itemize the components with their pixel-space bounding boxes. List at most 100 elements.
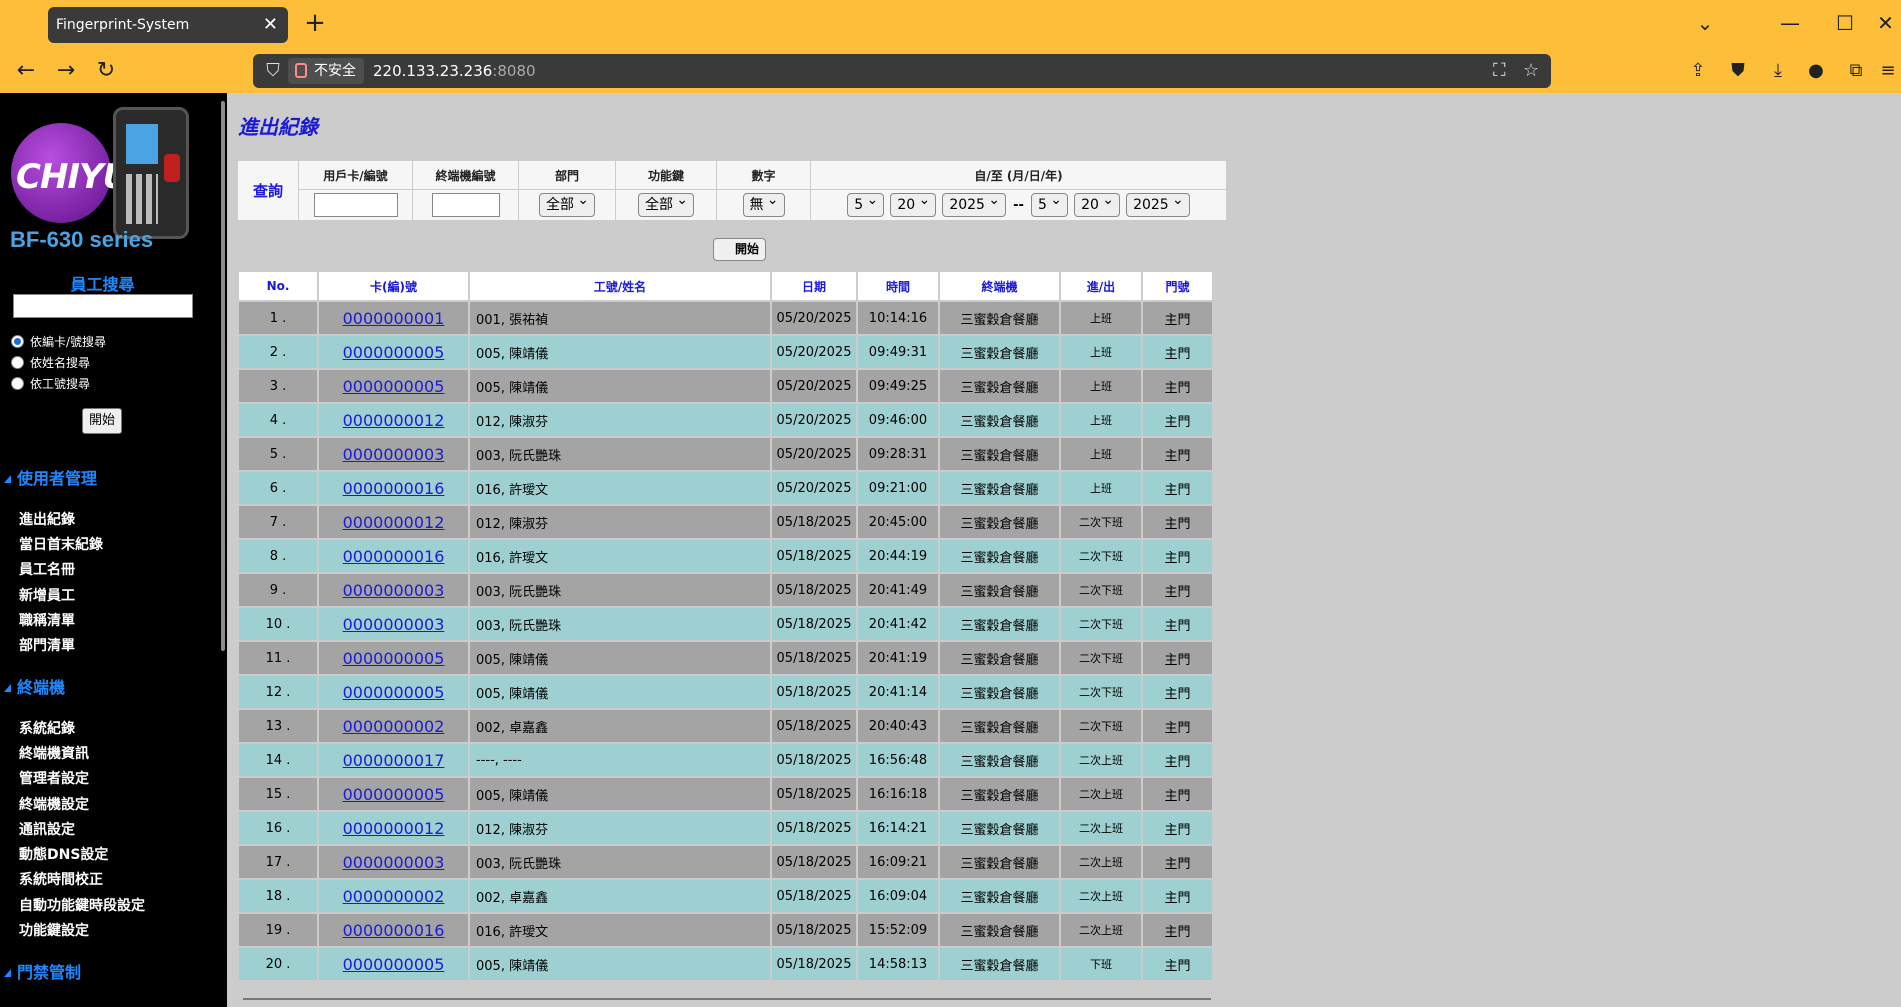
card-number-link[interactable]: 0000000003: [343, 853, 445, 872]
minimize-icon[interactable]: —: [1770, 8, 1810, 38]
sidebar-item-access-records[interactable]: 進出紀錄: [19, 509, 75, 529]
cell-date: 05/18/2025: [772, 676, 856, 708]
sidebar-item-auto-function-key[interactable]: 自動功能鍵時段設定: [19, 895, 145, 915]
account-icon[interactable]: ●: [1800, 55, 1832, 87]
table-row: 17 . 0000000003 003, 阮氏艷珠 05/18/2025 16:09:2…: [239, 846, 1212, 878]
tab-list-chevron-icon[interactable]: ⌄: [1685, 8, 1725, 38]
cell-terminal: 三蜜穀倉餐廳: [940, 540, 1059, 572]
pocket-save-icon[interactable]: ⇪: [1682, 55, 1714, 87]
department-select[interactable]: 全部: [539, 189, 595, 217]
cell-no: 5 .: [239, 438, 317, 470]
sidebar-item-title-list[interactable]: 職稱清單: [19, 610, 75, 630]
translate-icon[interactable]: ⛶: [1493, 54, 1506, 88]
sidebar-item-admin-settings[interactable]: 管理者設定: [19, 768, 89, 788]
cell-in-out: 二次下班: [1061, 540, 1141, 572]
address-bar[interactable]: ⛉ 不安全 220.133.23.236:8080 ⛶ ☆: [253, 54, 1551, 88]
section-access-control[interactable]: 門禁管制: [4, 959, 81, 983]
section-terminal[interactable]: 終端機: [4, 674, 65, 698]
close-tab-icon[interactable]: ✕: [263, 7, 278, 43]
card-number-link[interactable]: 0000000003: [343, 615, 445, 634]
cell-card: 0000000002: [319, 880, 468, 912]
card-number-input[interactable]: [313, 193, 398, 217]
new-tab-icon[interactable]: +: [300, 9, 330, 39]
cell-date: 05/18/2025: [772, 744, 856, 776]
from-day-select[interactable]: 20: [890, 189, 937, 217]
sidebar-item-daily-first-last[interactable]: 當日首末紀錄: [19, 534, 103, 554]
card-number-link[interactable]: 0000000005: [343, 683, 445, 702]
sidebar-item-comm-settings[interactable]: 通訊設定: [19, 819, 75, 839]
card-number-link[interactable]: 0000000003: [343, 445, 445, 464]
from-year-select[interactable]: 2025: [942, 189, 1006, 217]
cell-card: 0000000003: [319, 438, 468, 470]
cell-time: 10:14:16: [858, 302, 938, 334]
card-number-link[interactable]: 0000000016: [343, 479, 445, 498]
insecure-badge[interactable]: 不安全: [288, 58, 364, 84]
sidebar-scrollbar[interactable]: [221, 101, 225, 651]
employee-search-input[interactable]: [13, 294, 193, 318]
card-number-link[interactable]: 0000000005: [343, 343, 445, 362]
card-number-link[interactable]: 0000000012: [343, 513, 445, 532]
maximize-icon[interactable]: ☐: [1825, 8, 1865, 38]
to-year-select[interactable]: 2025: [1126, 189, 1190, 217]
cell-name: 003, 阮氏艷珠: [470, 574, 770, 606]
to-month-select[interactable]: 5: [1031, 189, 1068, 217]
card-number-link[interactable]: 0000000005: [343, 377, 445, 396]
radio-search-by-card[interactable]: 依編卡/號搜尋: [11, 333, 106, 351]
url-text[interactable]: 220.133.23.236:8080: [373, 54, 536, 88]
card-number-link[interactable]: 0000000016: [343, 921, 445, 940]
cell-door: 主門: [1143, 506, 1212, 538]
radio-search-by-name[interactable]: 依姓名搜尋: [11, 354, 90, 372]
sidebar-search-button[interactable]: 開始: [82, 408, 122, 434]
card-number-link[interactable]: 0000000003: [343, 581, 445, 600]
col-header-no: No.: [239, 272, 317, 300]
sidebar-item-time-sync[interactable]: 系統時間校正: [19, 869, 103, 889]
bookmark-star-icon[interactable]: ☆: [1523, 54, 1539, 88]
sidebar-item-terminal-settings[interactable]: 終端機設定: [19, 794, 89, 814]
sidebar-item-add-employee[interactable]: 新增員工: [19, 585, 75, 605]
forward-icon[interactable]: →: [50, 55, 82, 87]
card-number-link[interactable]: 0000000012: [343, 819, 445, 838]
reload-icon[interactable]: ↻: [90, 55, 122, 87]
radio-search-by-employee-id[interactable]: 依工號搜尋: [11, 375, 90, 393]
sidebar-item-department-list[interactable]: 部門清單: [19, 635, 75, 655]
download-icon[interactable]: ⤓: [1762, 55, 1794, 87]
browser-nav-bar: ← → ↻ ⛉ 不安全 220.133.23.236:8080 ⛶ ☆ ⇪ ⛊ …: [0, 48, 1901, 93]
cell-in-out: 二次下班: [1061, 642, 1141, 674]
card-number-link[interactable]: 0000000002: [343, 887, 445, 906]
card-number-link[interactable]: 0000000005: [343, 785, 445, 804]
shield-icon[interactable]: ⛉: [261, 54, 285, 88]
pocket-icon[interactable]: ⛊: [1722, 55, 1754, 87]
digit-select[interactable]: 無: [742, 189, 785, 217]
query-header-terminal: 終端機編號: [413, 161, 518, 189]
cell-in-out: 上班: [1061, 472, 1141, 504]
cell-no: 7 .: [239, 506, 317, 538]
cell-card: 0000000003: [319, 846, 468, 878]
to-day-select[interactable]: 20: [1074, 189, 1120, 217]
card-number-link[interactable]: 0000000016: [343, 547, 445, 566]
back-icon[interactable]: ←: [10, 55, 42, 87]
close-window-icon[interactable]: ✕: [1870, 8, 1901, 38]
from-month-select[interactable]: 5: [847, 189, 885, 217]
card-number-link[interactable]: 0000000002: [343, 717, 445, 736]
sidebar-item-ddns-settings[interactable]: 動態DNS設定: [19, 844, 108, 864]
col-header-terminal: 終端機: [940, 272, 1059, 300]
terminal-number-input[interactable]: [431, 193, 500, 217]
menu-icon[interactable]: ≡: [1875, 55, 1901, 87]
sidebar-item-system-log[interactable]: 系統紀錄: [19, 718, 75, 738]
query-form: 查詢 用戶卡/編號 終端機編號 部門 功能鍵 數字 自/至 (月/日/年) 全部…: [237, 160, 1227, 221]
function-key-select[interactable]: 全部: [638, 189, 694, 217]
card-number-link[interactable]: 0000000012: [343, 411, 445, 430]
extensions-icon[interactable]: ⧉: [1840, 55, 1872, 87]
sidebar-item-terminal-info[interactable]: 終端機資訊: [19, 743, 89, 763]
browser-tab[interactable]: Fingerprint-System ✕: [48, 7, 288, 43]
cell-in-out: 二次下班: [1061, 710, 1141, 742]
card-number-link[interactable]: 0000000005: [343, 649, 445, 668]
query-start-button[interactable]: 開始: [713, 238, 766, 261]
card-number-link[interactable]: 0000000017: [343, 751, 445, 770]
card-number-link[interactable]: 0000000005: [343, 955, 445, 974]
cell-in-out: 二次下班: [1061, 506, 1141, 538]
sidebar-item-employee-roster[interactable]: 員工名冊: [19, 559, 75, 579]
card-number-link[interactable]: 0000000001: [343, 309, 445, 328]
sidebar-item-function-key-settings[interactable]: 功能鍵設定: [19, 920, 89, 940]
section-user-management[interactable]: 使用者管理: [4, 465, 97, 489]
